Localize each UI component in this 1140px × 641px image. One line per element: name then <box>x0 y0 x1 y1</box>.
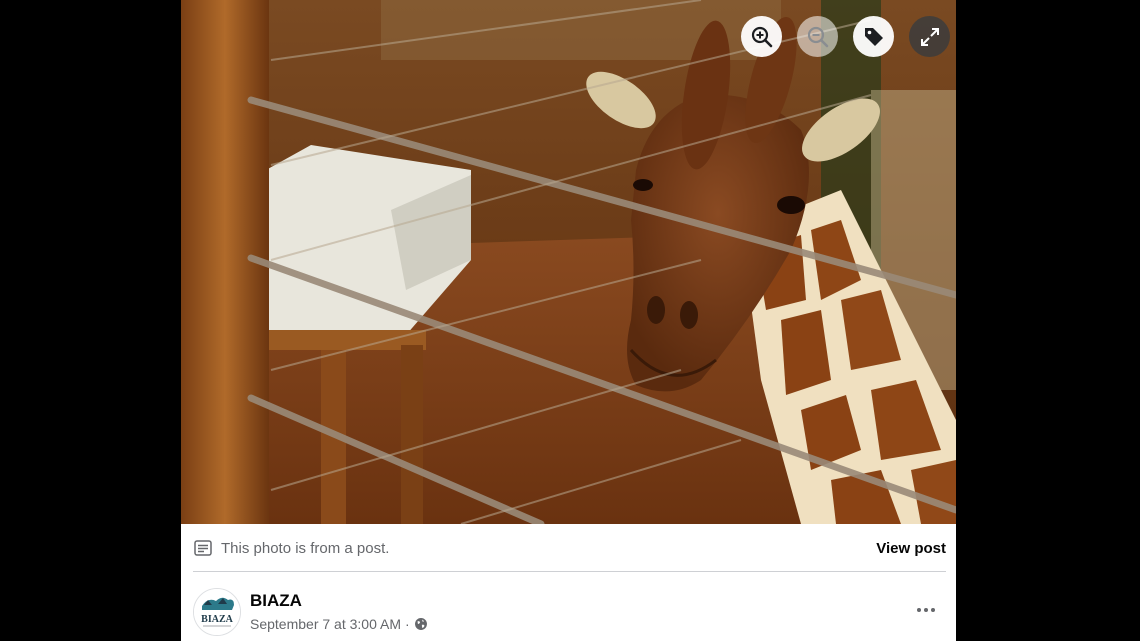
author-row: BIAZA BIAZA September 7 at 3:00 AM · <box>193 588 946 638</box>
globe-icon <box>414 618 427 630</box>
tag-icon <box>864 27 883 46</box>
post-text-icon <box>194 540 212 556</box>
photo-illustration <box>181 0 956 524</box>
svg-text:BIAZA: BIAZA <box>201 614 233 625</box>
dot-icon <box>931 608 935 612</box>
more-options-button[interactable] <box>914 600 938 620</box>
meta-separator: · <box>404 616 410 632</box>
giraffe-photo <box>181 0 956 524</box>
zoom-in-icon <box>751 26 772 47</box>
post-notice-text: This photo is from a post. <box>221 539 390 557</box>
zoom-out-icon <box>807 26 828 47</box>
dot-icon <box>924 608 928 612</box>
post-notice: This photo is from a post. View post <box>193 538 946 558</box>
biaza-logo: BIAZA <box>194 589 240 635</box>
photo-viewer: This photo is from a post. View post BIA… <box>0 0 1140 641</box>
fullscreen-icon <box>920 27 939 46</box>
post-date[interactable]: September 7 at 3:00 AM <box>250 616 401 632</box>
view-post-link[interactable]: View post <box>876 540 946 557</box>
dot-icon <box>917 608 921 612</box>
avatar[interactable]: BIAZA <box>193 588 241 636</box>
divider <box>193 571 946 572</box>
photo-info-panel: This photo is from a post. View post BIA… <box>181 524 956 641</box>
photo-controls <box>741 16 950 57</box>
author-name[interactable]: BIAZA <box>250 591 302 611</box>
post-meta: September 7 at 3:00 AM · <box>250 616 428 632</box>
zoom-out-button[interactable] <box>797 16 838 57</box>
tag-button[interactable] <box>853 16 894 57</box>
fullscreen-button[interactable] <box>909 16 950 57</box>
zoom-in-button[interactable] <box>741 16 782 57</box>
